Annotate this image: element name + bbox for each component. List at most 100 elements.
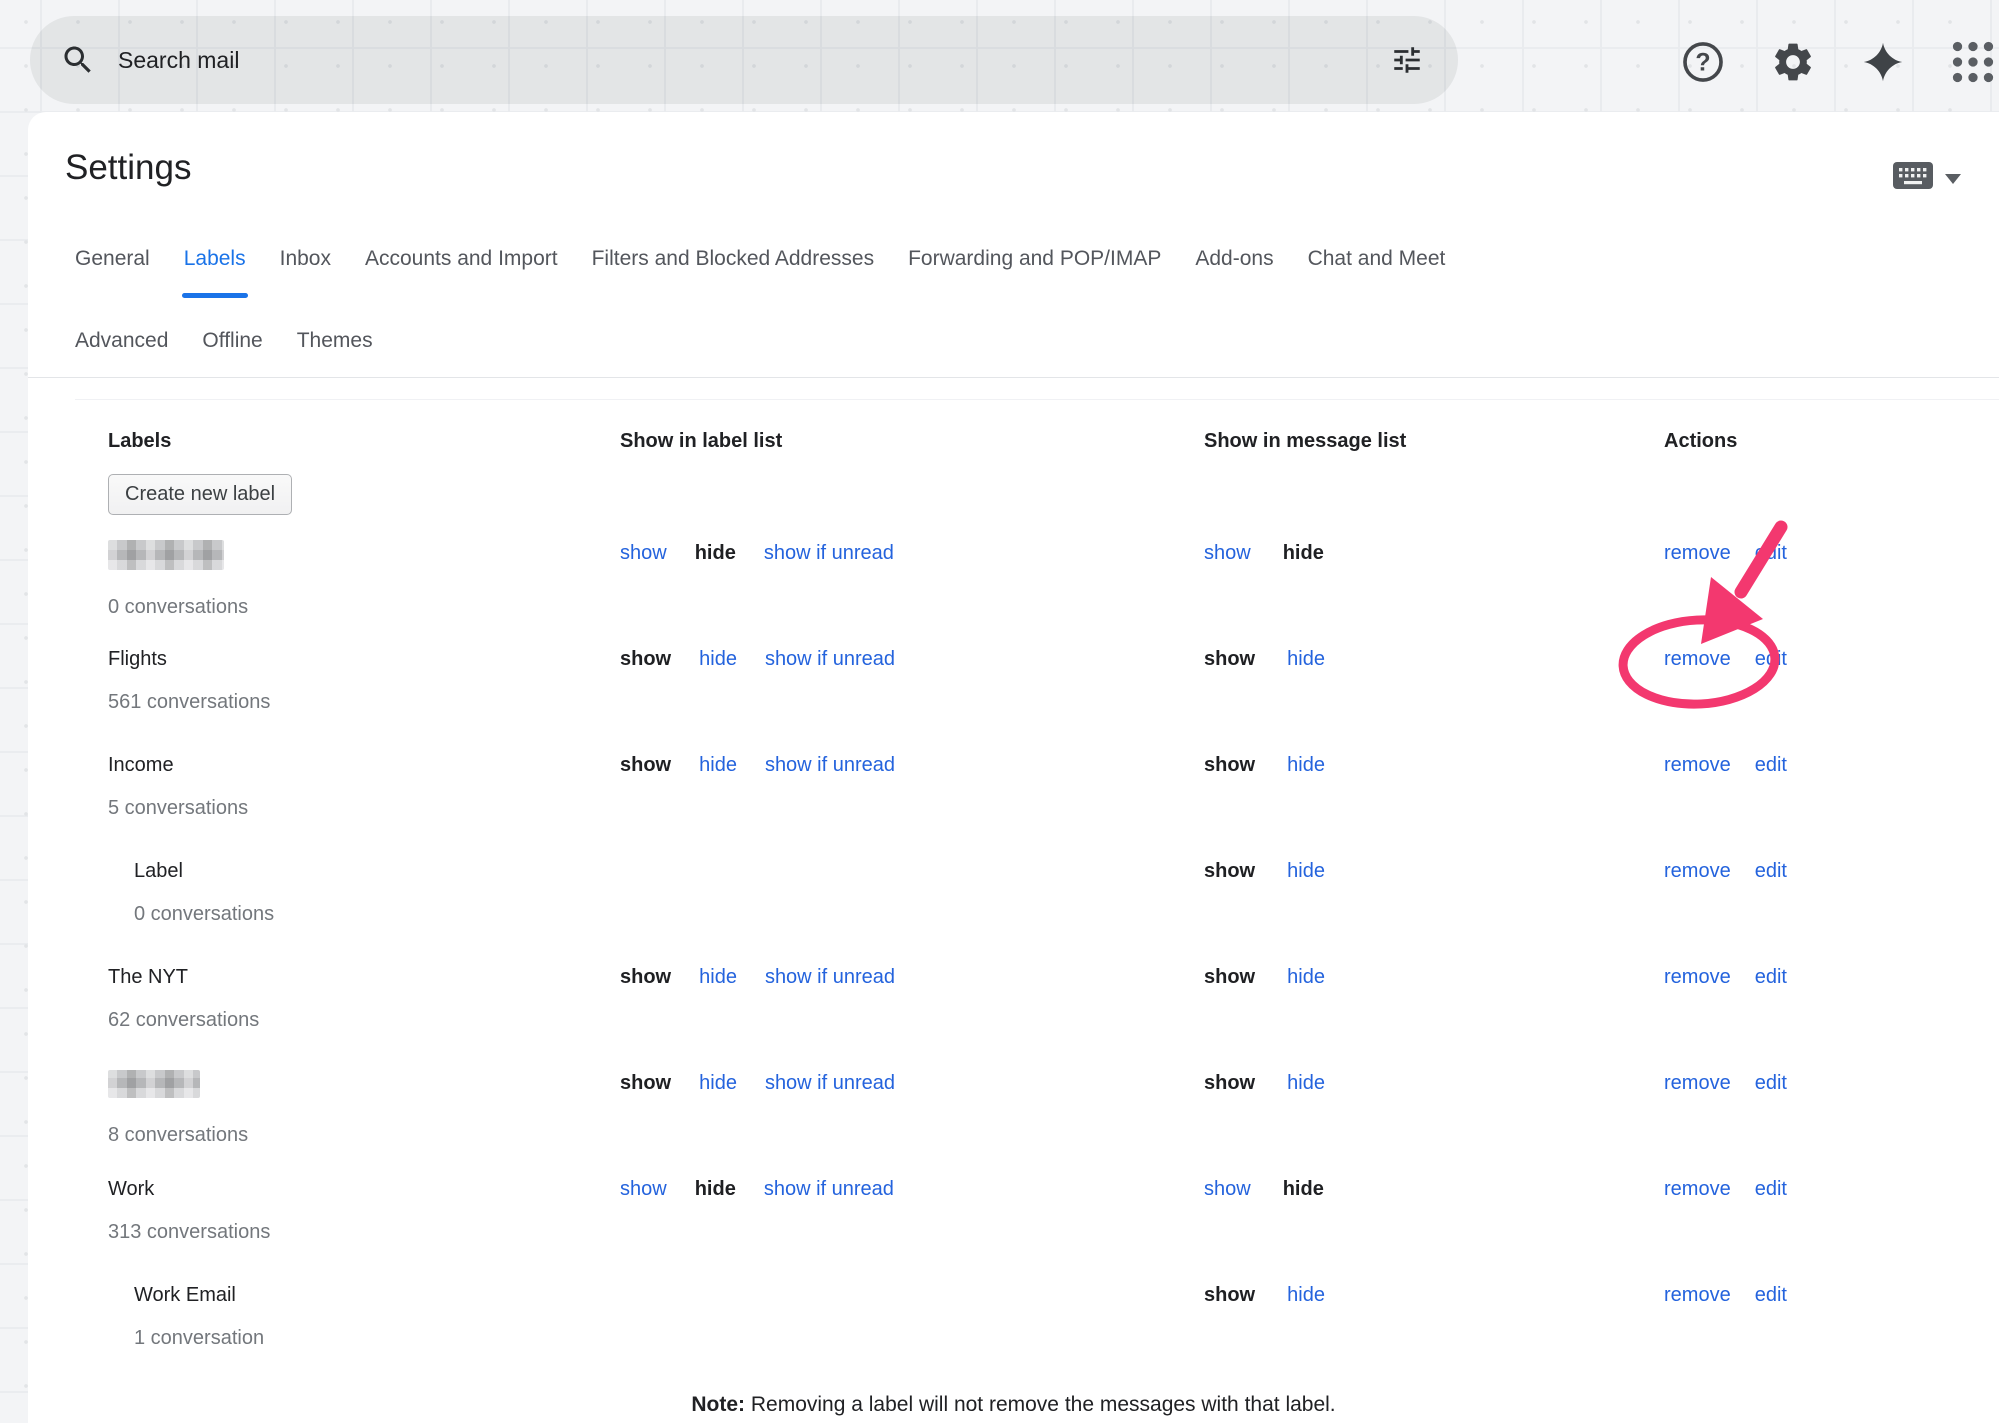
tabs-divider [28,377,1999,378]
hide-option[interactable]: hide [1287,1282,1325,1308]
tab-offline[interactable]: Offline [202,326,262,356]
show-if-unread-option[interactable]: show if unread [765,1070,895,1096]
search-input[interactable] [116,46,1390,75]
label-cell: Label 0 conversations [108,858,620,927]
tab-inbox[interactable]: Inbox [280,244,331,274]
show-if-unread-option[interactable]: show if unread [765,646,895,672]
show-option: show [1204,646,1255,672]
actions-cell: remove edit [1664,964,1959,990]
show-in-label-list-options: showhideshow if unread [620,540,1204,566]
show-option: show [1204,1282,1255,1308]
hide-option[interactable]: hide [1287,752,1325,778]
table-row: Work Email 1 conversation show hide remov… [108,1282,1959,1388]
label-rows: 0 conversations showhideshow if unread s… [108,540,1959,1388]
keyboard-icon[interactable] [1893,162,1933,194]
tab-add-ons[interactable]: Add-ons [1195,244,1273,274]
conversation-count: 8 conversations [108,1122,620,1148]
conversation-count: 0 conversations [108,901,620,927]
edit-link[interactable]: edit [1755,858,1787,884]
show-option[interactable]: show [1204,540,1251,566]
note-prefix: Note: [691,1393,745,1416]
hide-option[interactable]: hide [1287,1070,1325,1096]
conversation-count: 313 conversations [108,1219,620,1245]
search-bar[interactable] [30,16,1458,104]
hide-option[interactable]: hide [699,964,737,990]
conversation-count: 5 conversations [108,795,620,821]
edit-link[interactable]: edit [1755,1070,1787,1096]
gmail-settings-screen: ? Settings [0,0,1999,1423]
hide-option[interactable]: hide [1287,964,1325,990]
conversation-count: 62 conversations [108,1007,620,1033]
help-icon[interactable]: ? [1679,38,1727,86]
hide-option[interactable]: hide [699,646,737,672]
apps-grid-icon[interactable] [1949,38,1997,86]
show-option: show [1204,858,1255,884]
column-header-show-in-message-list: Show in message list [1204,428,1664,474]
table-row: The NYT 62 conversations show hide show if… [108,964,1959,1070]
tab-themes[interactable]: Themes [297,326,373,356]
svg-text:?: ? [1695,48,1710,76]
show-in-message-list-options: show hide [1204,1282,1664,1308]
edit-link[interactable]: edit [1755,752,1787,778]
edit-link[interactable]: edit [1755,1282,1787,1308]
show-option: show [620,646,671,672]
hide-option[interactable]: hide [1287,858,1325,884]
label-cell: Work 313 conversations [108,1176,620,1245]
remove-link[interactable]: remove [1664,646,1731,672]
search-options-tune-icon[interactable] [1390,43,1424,77]
remove-link[interactable]: remove [1664,540,1731,566]
actions-cell: remove edit [1664,752,1959,778]
actions-cell: remove edit [1664,1282,1959,1308]
label-name: Work Email [134,1284,236,1306]
show-option: show [620,964,671,990]
edit-link[interactable]: edit [1755,646,1787,672]
search-icon[interactable] [60,42,96,78]
remove-link[interactable]: remove [1664,1070,1731,1096]
edit-link[interactable]: edit [1755,964,1787,990]
hide-option[interactable]: hide [699,1070,737,1096]
tab-forwarding-and-pop-imap[interactable]: Forwarding and POP/IMAP [908,244,1161,274]
column-header-labels: Labels [108,428,620,474]
show-option[interactable]: show [620,540,667,566]
tab-chat-and-meet[interactable]: Chat and Meet [1308,244,1446,274]
gear-icon[interactable] [1769,38,1817,86]
settings-panel: Settings GeneralLabelsInboxAccounts and … [28,112,1999,1423]
tab-general[interactable]: General [75,244,150,274]
show-option: show [620,752,671,778]
show-if-unread-option[interactable]: show if unread [764,1176,894,1202]
show-if-unread-option[interactable]: show if unread [765,752,895,778]
remove-link[interactable]: remove [1664,1282,1731,1308]
tab-accounts-and-import[interactable]: Accounts and Import [365,244,558,274]
show-option[interactable]: show [1204,1176,1251,1202]
show-option: show [1204,964,1255,990]
tab-advanced[interactable]: Advanced [75,326,168,356]
remove-link[interactable]: remove [1664,1176,1731,1202]
show-in-label-list-options: showhideshow if unread [620,1176,1204,1202]
label-cell: The NYT 62 conversations [108,964,620,1033]
hide-option[interactable]: hide [1287,646,1325,672]
label-cell: 0 conversations [108,540,620,620]
edit-link[interactable]: edit [1755,1176,1787,1202]
show-if-unread-option[interactable]: show if unread [765,964,895,990]
actions-cell: remove edit [1664,646,1959,672]
remove-link[interactable]: remove [1664,964,1731,990]
remove-link[interactable]: remove [1664,752,1731,778]
conversation-count: 1 conversation [108,1325,620,1351]
gemini-sparkle-icon[interactable] [1859,38,1907,86]
column-header-actions: Actions [1664,428,1959,474]
create-new-label-button[interactable]: Create new label [108,474,292,515]
hide-option[interactable]: hide [699,752,737,778]
edit-link[interactable]: edit [1755,540,1787,566]
show-option: show [1204,1070,1255,1096]
tab-filters-and-blocked-addresses[interactable]: Filters and Blocked Addresses [592,244,874,274]
show-option[interactable]: show [620,1176,667,1202]
label-name: The NYT [108,966,188,988]
tab-labels[interactable]: Labels [184,244,246,274]
chevron-down-icon[interactable] [1945,174,1961,184]
conversation-count: 0 conversations [108,594,620,620]
label-cell: Flights 561 conversations [108,646,620,715]
remove-link[interactable]: remove [1664,858,1731,884]
label-name: Work [108,1178,154,1200]
show-in-message-list-options: show hide [1204,646,1664,672]
show-if-unread-option[interactable]: show if unread [764,540,894,566]
